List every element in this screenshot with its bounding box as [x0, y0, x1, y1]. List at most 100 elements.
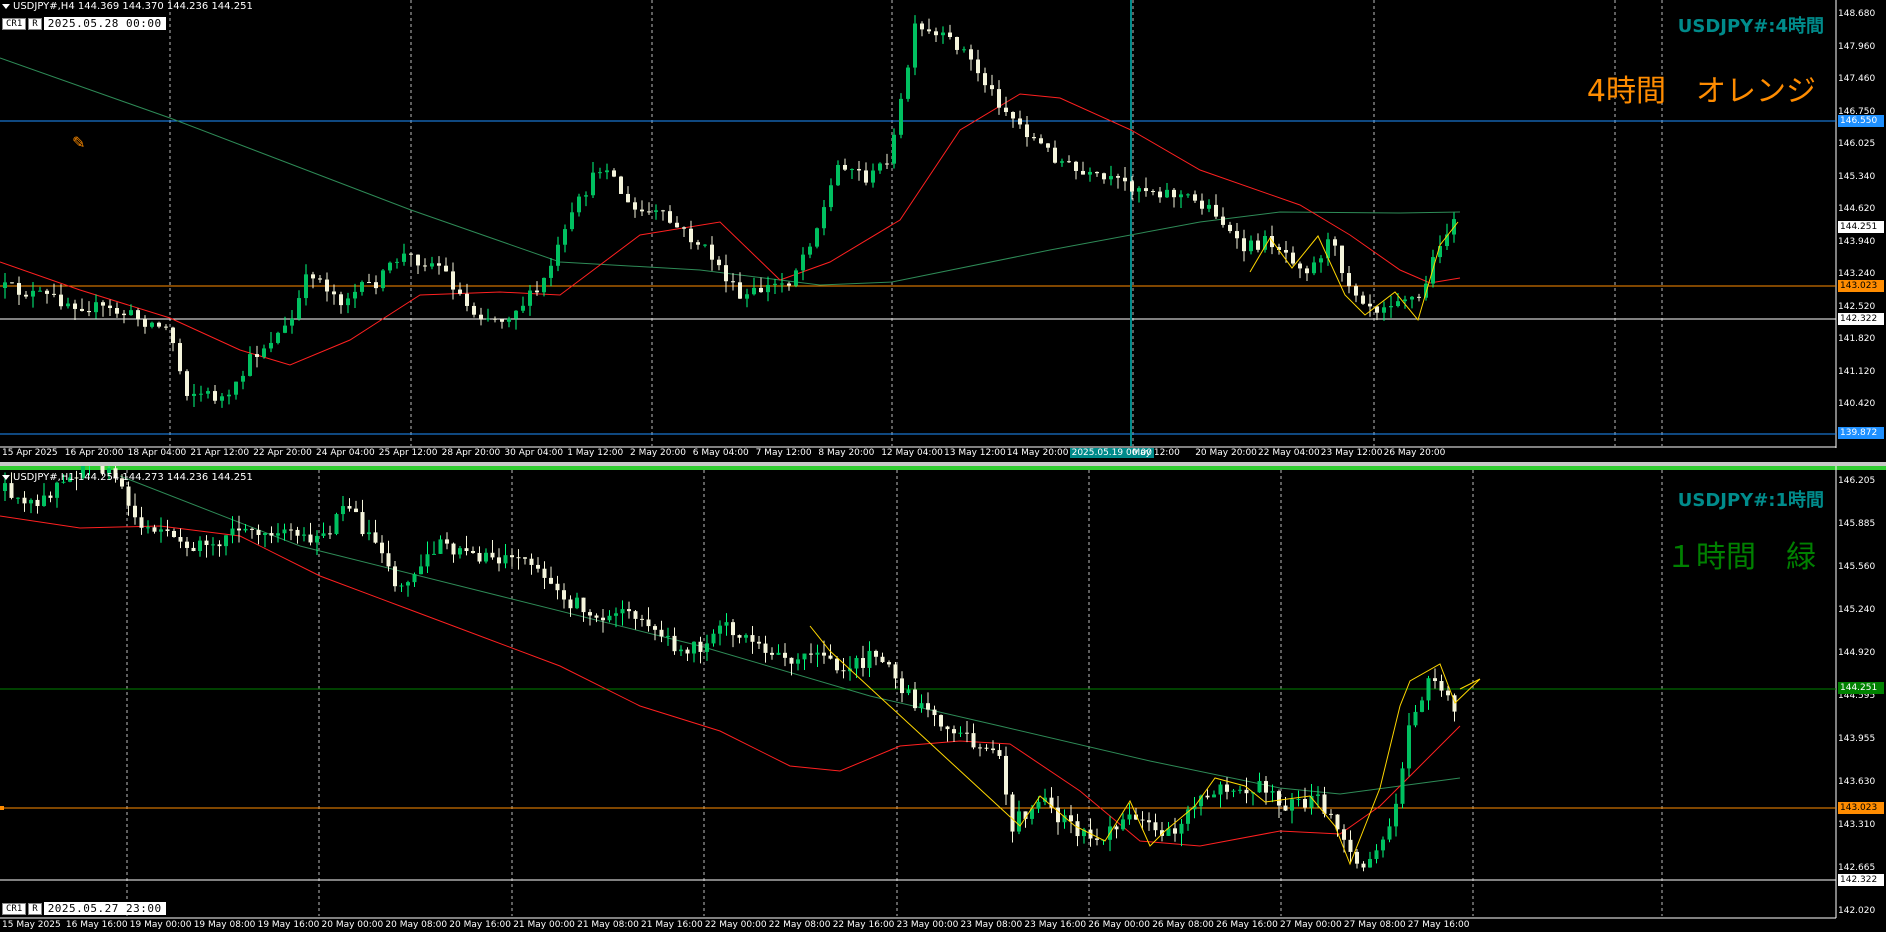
candle-body [575, 597, 579, 609]
candle-body [711, 633, 716, 644]
candle-body [1221, 216, 1225, 225]
time-tick-label: 21 May 16:00 [641, 920, 703, 930]
candle-body [386, 553, 391, 567]
candle-body [510, 555, 514, 558]
candle-body [952, 729, 956, 734]
candle-body [1205, 795, 1210, 798]
candle-body [528, 290, 532, 306]
time-tick-label: 20 May 16:00 [449, 920, 512, 930]
candle-body [646, 619, 651, 627]
candle-body [152, 527, 157, 532]
candle-body [1348, 839, 1353, 852]
candle-body [87, 311, 91, 313]
candle-body [332, 291, 336, 295]
candle-body [143, 318, 147, 327]
candle-body [1319, 258, 1323, 263]
candle-body [157, 322, 161, 327]
price-tick-label: 143.955 [1838, 734, 1876, 744]
candle-body [1361, 863, 1366, 868]
time-tick-label: 27 May 00:00 [1280, 920, 1342, 930]
candle-body [1410, 296, 1414, 300]
candle-body [941, 32, 945, 36]
time-tick-label: 19 May 16:00 [257, 920, 320, 930]
price-tick-label: 144.920 [1838, 648, 1876, 658]
h1-long-ma-line [119, 475, 1461, 795]
time-tick-label: 25 Apr 12:00 [378, 448, 438, 458]
candle-body [185, 541, 189, 548]
candle-body [854, 658, 859, 669]
candle-body [1004, 107, 1008, 113]
candle-body [976, 59, 980, 74]
dropdown-triangle-icon[interactable] [2, 474, 10, 480]
candle-body [620, 609, 625, 614]
candle-body [871, 170, 875, 183]
candle-body [809, 653, 813, 655]
candle-body [633, 611, 638, 619]
candle-body [1333, 239, 1337, 246]
candle-body [808, 246, 812, 255]
candle-body [45, 290, 49, 294]
candle-body [640, 209, 644, 212]
h1-chart-canvas[interactable] [0, 466, 1886, 932]
time-tick-label: 23 May 16:00 [1024, 920, 1087, 930]
price-tick-label: 146.025 [1838, 139, 1876, 149]
candle-body [835, 658, 839, 671]
candle-body [984, 747, 989, 749]
candle-body [692, 641, 696, 654]
candle-body [724, 265, 728, 282]
candle-body [654, 210, 658, 212]
time-tick-label: 6 May 04:00 [692, 448, 749, 458]
candle-body [230, 528, 235, 536]
candle-body [1067, 161, 1071, 163]
time-tick-label: 21 May 08:00 [577, 920, 639, 930]
time-tick-label: 18 Apr 04:00 [127, 448, 187, 458]
candle-body [556, 244, 560, 266]
candle-body [1389, 306, 1393, 308]
candle-body [1032, 137, 1036, 139]
candle-body [1036, 801, 1041, 809]
candle-body [1081, 170, 1085, 175]
candle-body [536, 564, 540, 569]
h1-chart-header: USDJPY#,H1 144.254 144.273 144.236 144.2… [2, 472, 253, 483]
price-tick-label: 146.205 [1838, 476, 1876, 486]
candle-body [529, 558, 534, 565]
candle-body [255, 354, 259, 357]
candle-body [367, 532, 371, 535]
candle-body [360, 282, 364, 292]
candle-body [794, 270, 798, 286]
candle-body [136, 310, 140, 319]
candle-body [570, 212, 574, 230]
candle-body [776, 652, 781, 655]
candle-body [172, 530, 176, 537]
candle-body [295, 529, 300, 536]
price-tick-label: 142.665 [1838, 863, 1876, 873]
candle-body [1137, 188, 1141, 192]
h1-chart-panel[interactable]: USDJPY#,H1 144.254 144.273 144.236 144.2… [0, 466, 1886, 932]
h4-chart-header: USDJPY#,H4 144.369 144.370 144.236 144.2… [2, 1, 253, 12]
candle-body [493, 318, 497, 320]
candle-body [308, 534, 313, 543]
candle-body [822, 207, 826, 229]
cr-label: CR1 [2, 17, 27, 30]
h4-chart-panel[interactable]: ✎ USDJPY#,H4 144.369 144.370 144.236 144… [0, 0, 1886, 462]
candle-body [843, 164, 847, 170]
dropdown-triangle-icon[interactable] [2, 3, 10, 9]
candle-body [52, 293, 56, 295]
candle-body [1231, 790, 1236, 792]
candle-body [409, 253, 413, 255]
price-tick-label: 147.960 [1838, 41, 1876, 52]
candle-body [744, 635, 748, 638]
candle-body [1193, 194, 1197, 201]
r-label: R [28, 902, 42, 915]
candle-body [920, 23, 924, 30]
price-tick-label: 143.630 [1838, 777, 1876, 787]
candle-body [939, 715, 943, 727]
candle-body [419, 566, 423, 575]
time-tick-label: 1 May 12:00 [567, 448, 624, 458]
candle-body [1439, 681, 1444, 691]
candle-body [507, 318, 511, 322]
candle-body [423, 265, 427, 267]
price-tick-label: 143.940 [1838, 236, 1876, 247]
candle-body [899, 98, 903, 135]
candle-body [282, 529, 287, 534]
